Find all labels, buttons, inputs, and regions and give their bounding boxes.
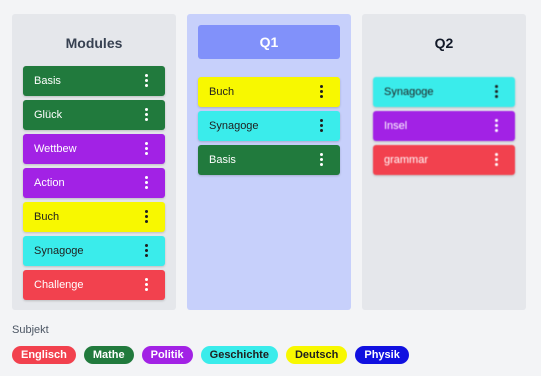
card-label: Synagoge xyxy=(34,245,84,257)
tag-deutsch[interactable]: Deutsch xyxy=(285,346,348,364)
card-label: Wettbew xyxy=(34,143,77,155)
card-label: Insel xyxy=(384,120,408,132)
tag-geschichte[interactable]: Geschichte xyxy=(200,346,278,364)
vertical-dots-icon[interactable] xyxy=(145,108,149,122)
tag-politik[interactable]: Politik xyxy=(141,346,193,364)
card-label: Glück xyxy=(34,109,63,121)
q1-card-buch[interactable]: Buch xyxy=(198,77,340,107)
module-card-wettbew[interactable]: Wettbew xyxy=(23,134,165,164)
vertical-dots-icon[interactable] xyxy=(320,153,324,167)
module-card-basis[interactable]: Basis xyxy=(23,66,165,96)
card-label: Action xyxy=(34,177,65,189)
vertical-dots-icon[interactable] xyxy=(495,85,499,99)
module-card-challenge[interactable]: Challenge xyxy=(23,270,165,300)
vertical-dots-icon[interactable] xyxy=(320,85,324,99)
q2-card-synagoge[interactable]: Synagoge xyxy=(373,77,515,107)
q2-card-grammar[interactable]: grammar xyxy=(373,145,515,175)
vertical-dots-icon[interactable] xyxy=(495,153,499,167)
modules-column-title: Modules xyxy=(65,35,123,51)
module-card-glueck[interactable]: Glück xyxy=(23,100,165,130)
card-label: Basis xyxy=(34,75,61,87)
vertical-dots-icon[interactable] xyxy=(145,142,149,156)
card-label: Synagoge xyxy=(384,86,434,98)
card-label: Buch xyxy=(209,86,235,98)
card-label: Challenge xyxy=(34,279,84,291)
tag-englisch[interactable]: Englisch xyxy=(12,346,76,364)
q2-column: Q2 Synagoge Insel grammar xyxy=(362,14,526,310)
card-label: Synagoge xyxy=(209,120,259,132)
vertical-dots-icon[interactable] xyxy=(145,244,149,258)
q1-column-title: Q1 xyxy=(198,25,340,59)
card-label: grammar xyxy=(384,154,429,166)
q2-card-insel[interactable]: Insel xyxy=(373,111,515,141)
modules-column: Modules Basis Glück Wettbew Action Buch … xyxy=(12,14,176,310)
q2-column-title: Q2 xyxy=(434,35,454,51)
tag-physik[interactable]: Physik xyxy=(355,346,409,364)
q1-card-basis[interactable]: Basis xyxy=(198,145,340,175)
vertical-dots-icon[interactable] xyxy=(145,210,149,224)
vertical-dots-icon[interactable] xyxy=(145,278,149,292)
q1-card-synagoge[interactable]: Synagoge xyxy=(198,111,340,141)
module-card-action[interactable]: Action xyxy=(23,168,165,198)
vertical-dots-icon[interactable] xyxy=(495,119,499,133)
vertical-dots-icon[interactable] xyxy=(320,119,324,133)
module-card-buch[interactable]: Buch xyxy=(23,202,165,232)
subjekt-label: Subjekt xyxy=(12,324,49,336)
module-card-synagoge[interactable]: Synagoge xyxy=(23,236,165,266)
q1-column: Q1 Buch Synagoge Basis xyxy=(187,14,351,310)
kanban-board: Modules Basis Glück Wettbew Action Buch … xyxy=(0,0,541,376)
vertical-dots-icon[interactable] xyxy=(145,74,149,88)
vertical-dots-icon[interactable] xyxy=(145,176,149,190)
card-label: Basis xyxy=(209,154,236,166)
card-label: Buch xyxy=(34,211,60,223)
subjekt-tag-list: Englisch Mathe Politik Geschichte Deutsc… xyxy=(12,346,409,364)
tag-mathe[interactable]: Mathe xyxy=(83,346,134,364)
